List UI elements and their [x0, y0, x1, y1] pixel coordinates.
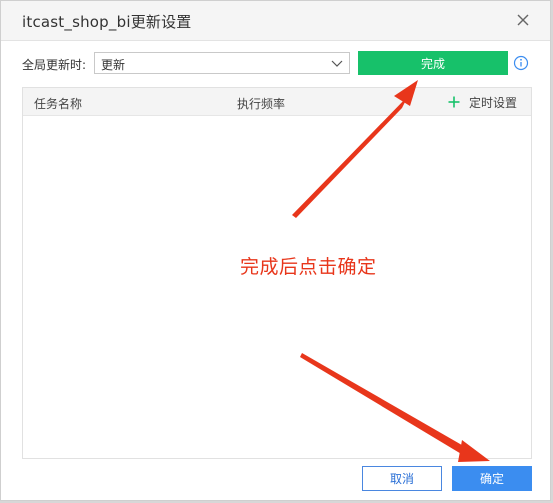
schedule-label: 定时设置 [468, 95, 517, 110]
column-frequency: 执行频率 [237, 97, 286, 111]
annotation-text: 完成后点击确定 [240, 256, 377, 278]
global-update-row: 全局更新时: 更新 完成 [22, 51, 532, 76]
task-table-header: 任务名称 执行频率 定时设置 [23, 88, 531, 116]
done-button[interactable]: 完成 [358, 51, 508, 75]
ok-button[interactable]: 确定 [452, 466, 532, 491]
chevron-down-icon [331, 60, 343, 67]
update-settings-dialog: itcast_shop_bi更新设置 全局更新时: 更新 完成 任务名称 执行频… [0, 0, 551, 501]
update-mode-value: 更新 [101, 58, 126, 72]
column-task-name: 任务名称 [34, 97, 83, 111]
update-mode-select[interactable]: 更新 [94, 52, 350, 74]
info-icon[interactable] [513, 55, 529, 71]
dialog-title: itcast_shop_bi更新设置 [22, 13, 192, 31]
global-update-label: 全局更新时: [22, 58, 87, 72]
add-schedule-button[interactable]: 定时设置 [448, 93, 517, 111]
dialog-titlebar: itcast_shop_bi更新设置 [1, 1, 550, 41]
close-icon[interactable] [514, 11, 532, 29]
plus-icon [448, 96, 460, 108]
cancel-button[interactable]: 取消 [362, 466, 442, 491]
